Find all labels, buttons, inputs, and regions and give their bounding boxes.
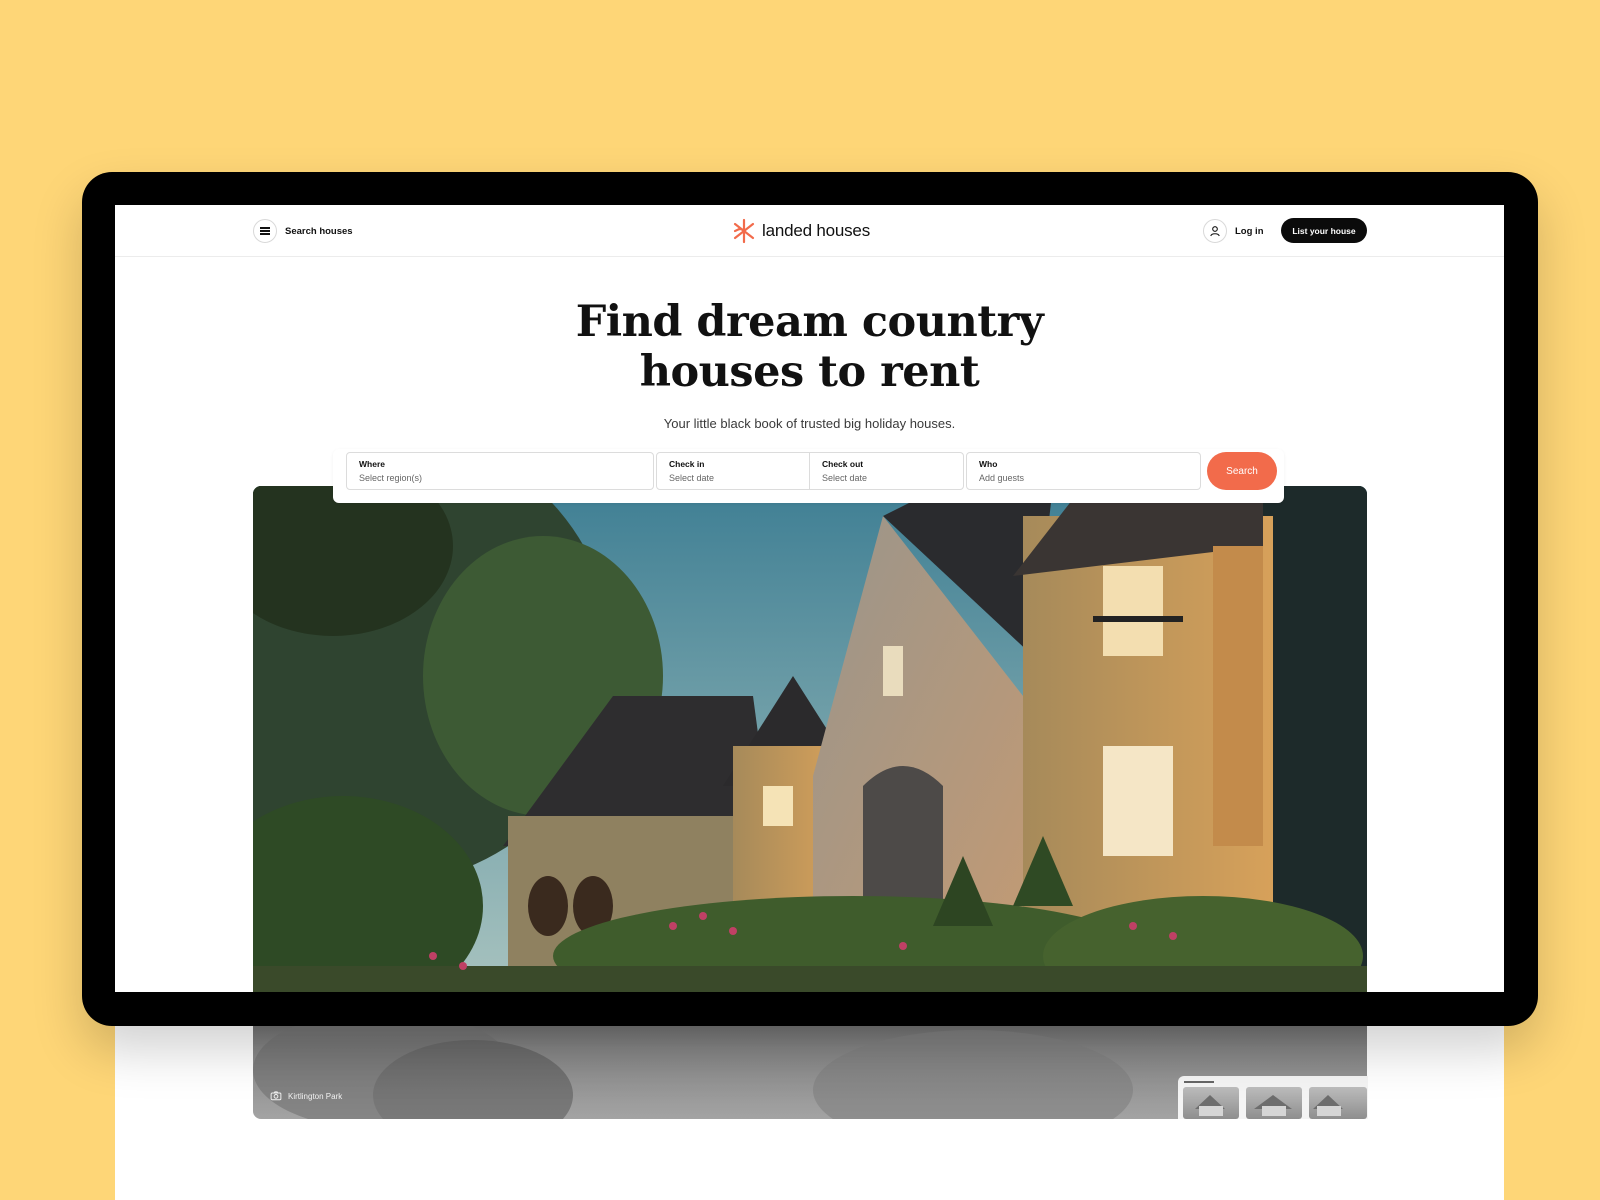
thumbnail[interactable] <box>1309 1087 1367 1119</box>
thumbnail[interactable] <box>1183 1087 1239 1119</box>
check-out-field[interactable]: Check out Select date <box>809 452 964 490</box>
list-your-house-button[interactable]: List your house <box>1281 218 1367 243</box>
check-out-label: Check out <box>822 459 864 469</box>
user-icon[interactable] <box>1203 219 1227 243</box>
check-out-value[interactable]: Select date <box>822 473 951 483</box>
hero-image <box>253 486 1367 992</box>
menu-label[interactable]: Search houses <box>285 226 353 237</box>
where-field[interactable]: Where Select region(s) <box>346 452 654 490</box>
where-value[interactable]: Select region(s) <box>359 473 641 483</box>
login-label[interactable]: Log in <box>1235 226 1264 237</box>
search-button[interactable]: Search <box>1207 452 1277 490</box>
camera-icon <box>270 1091 282 1101</box>
brand-logo[interactable]: landed houses <box>732 218 870 244</box>
brand-name: landed houses <box>762 221 870 240</box>
login-button[interactable]: Log in <box>1203 219 1264 243</box>
brand-logo-icon <box>733 218 755 244</box>
browser-screen: Search houses landed houses Log in List … <box>115 205 1504 992</box>
photo-caption: Kirtlington Park <box>270 1090 342 1102</box>
who-field[interactable]: Who Add guests <box>966 452 1201 490</box>
check-in-label: Check in <box>669 459 705 469</box>
title-line-2: houses to rent <box>639 347 980 397</box>
title-line-1: Find dream country <box>575 297 1044 347</box>
search-bar: Where Select region(s) Check in Select d… <box>333 449 1284 503</box>
who-label: Who <box>979 459 998 469</box>
thumbnail-progress <box>1184 1081 1214 1083</box>
page-subtitle: Your little black book of trusted big ho… <box>663 416 956 431</box>
search-houses-menu-button[interactable]: Search houses <box>253 219 353 243</box>
menu-icon[interactable] <box>253 219 277 243</box>
where-label: Where <box>359 459 385 469</box>
page-title: Find dream country houses to rent <box>115 297 1504 397</box>
who-value[interactable]: Add guests <box>979 473 1188 483</box>
check-in-field[interactable]: Check in Select date <box>656 452 810 490</box>
thumbnail[interactable] <box>1246 1087 1302 1119</box>
check-in-value[interactable]: Select date <box>669 473 797 483</box>
site-header: Search houses landed houses Log in List … <box>115 205 1504 257</box>
